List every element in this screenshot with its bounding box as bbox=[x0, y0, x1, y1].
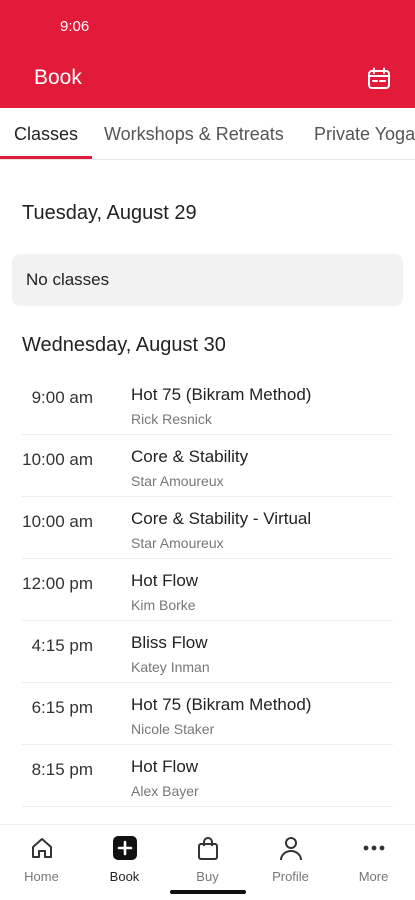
class-name: Core & Stability - Virtual bbox=[131, 509, 312, 528]
class-time: 10:00 am bbox=[22, 450, 93, 469]
nav-buy[interactable]: Buy bbox=[166, 833, 249, 891]
class-name: Hot 75 (Bikram Method) bbox=[131, 695, 312, 714]
class-instructor: Alex Bayer bbox=[131, 783, 199, 799]
class-name: Core & Stability bbox=[131, 447, 249, 466]
nav-home[interactable]: Home bbox=[0, 833, 83, 891]
tab-workshops-retreats[interactable]: Workshops & Retreats bbox=[104, 124, 284, 145]
nav-label: More bbox=[358, 869, 389, 884]
class-time: 10:00 am bbox=[22, 512, 93, 531]
class-time: 4:15 pm bbox=[31, 636, 93, 655]
calendar-button[interactable] bbox=[366, 66, 392, 92]
day-heading-tuesday: Tuesday, August 29 bbox=[22, 202, 197, 224]
tab-private-yoga[interactable]: Private Yoga bbox=[314, 124, 415, 145]
class-row[interactable]: 9:00 am Hot 75 (Bikram Method) Rick Resn… bbox=[0, 373, 415, 435]
class-time: 12:00 pm bbox=[22, 574, 93, 593]
empty-state-card: No classes bbox=[12, 254, 403, 306]
class-instructor: Kim Borke bbox=[131, 597, 196, 613]
nav-more[interactable]: More bbox=[332, 833, 415, 891]
calendar-icon bbox=[368, 67, 390, 89]
bottom-navigation: Home Book Buy Profile More bbox=[0, 824, 415, 900]
nav-profile[interactable]: Profile bbox=[249, 833, 332, 891]
class-instructor: Star Amoureux bbox=[131, 535, 224, 551]
class-instructor: Rick Resnick bbox=[131, 411, 212, 427]
class-time: 8:15 pm bbox=[31, 760, 93, 779]
day-heading-wednesday: Wednesday, August 30 bbox=[22, 334, 226, 356]
nav-label: Home bbox=[24, 869, 59, 884]
empty-state-message: No classes bbox=[26, 270, 110, 289]
nav-label: Buy bbox=[196, 869, 219, 884]
class-instructor: Nicole Staker bbox=[131, 721, 215, 737]
class-row[interactable]: 8:15 pm Hot Flow Alex Bayer bbox=[0, 745, 415, 807]
plus-square-icon bbox=[113, 836, 137, 860]
home-icon bbox=[32, 838, 52, 858]
tab-classes[interactable]: Classes bbox=[14, 124, 78, 145]
page-title: Book bbox=[34, 66, 82, 89]
app-bar: 9:06 Book bbox=[0, 0, 415, 108]
more-dots-icon bbox=[363, 845, 385, 851]
row-divider bbox=[22, 806, 393, 807]
gesture-home-indicator bbox=[170, 890, 246, 894]
status-bar-time: 9:06 bbox=[60, 18, 90, 35]
class-name: Hot Flow bbox=[131, 757, 199, 776]
class-row[interactable]: 4:15 pm Bliss Flow Katey Inman bbox=[0, 621, 415, 683]
shopping-bag-icon bbox=[198, 837, 218, 860]
class-time: 6:15 pm bbox=[31, 698, 93, 717]
class-row[interactable]: 10:00 am Core & Stability - Virtual Star… bbox=[0, 497, 415, 559]
active-tab-indicator bbox=[0, 156, 92, 159]
class-row[interactable]: 10:00 am Core & Stability Star Amoureux bbox=[0, 435, 415, 497]
class-row[interactable]: 6:15 pm Hot 75 (Bikram Method) Nicole St… bbox=[0, 683, 415, 745]
class-name: Hot Flow bbox=[131, 571, 199, 590]
class-time: 9:00 am bbox=[31, 388, 93, 407]
person-icon bbox=[280, 837, 302, 861]
tab-bar: Classes Workshops & Retreats Private Yog… bbox=[0, 108, 415, 160]
class-instructor: Katey Inman bbox=[131, 659, 210, 675]
class-instructor: Star Amoureux bbox=[131, 473, 224, 489]
class-name: Bliss Flow bbox=[131, 633, 208, 652]
class-list: 9:00 am Hot 75 (Bikram Method) Rick Resn… bbox=[0, 373, 415, 807]
nav-book[interactable]: Book bbox=[83, 833, 166, 891]
class-name: Hot 75 (Bikram Method) bbox=[131, 385, 312, 404]
nav-label: Book bbox=[109, 869, 140, 884]
nav-label: Profile bbox=[272, 869, 309, 884]
class-row[interactable]: 12:00 pm Hot Flow Kim Borke bbox=[0, 559, 415, 621]
